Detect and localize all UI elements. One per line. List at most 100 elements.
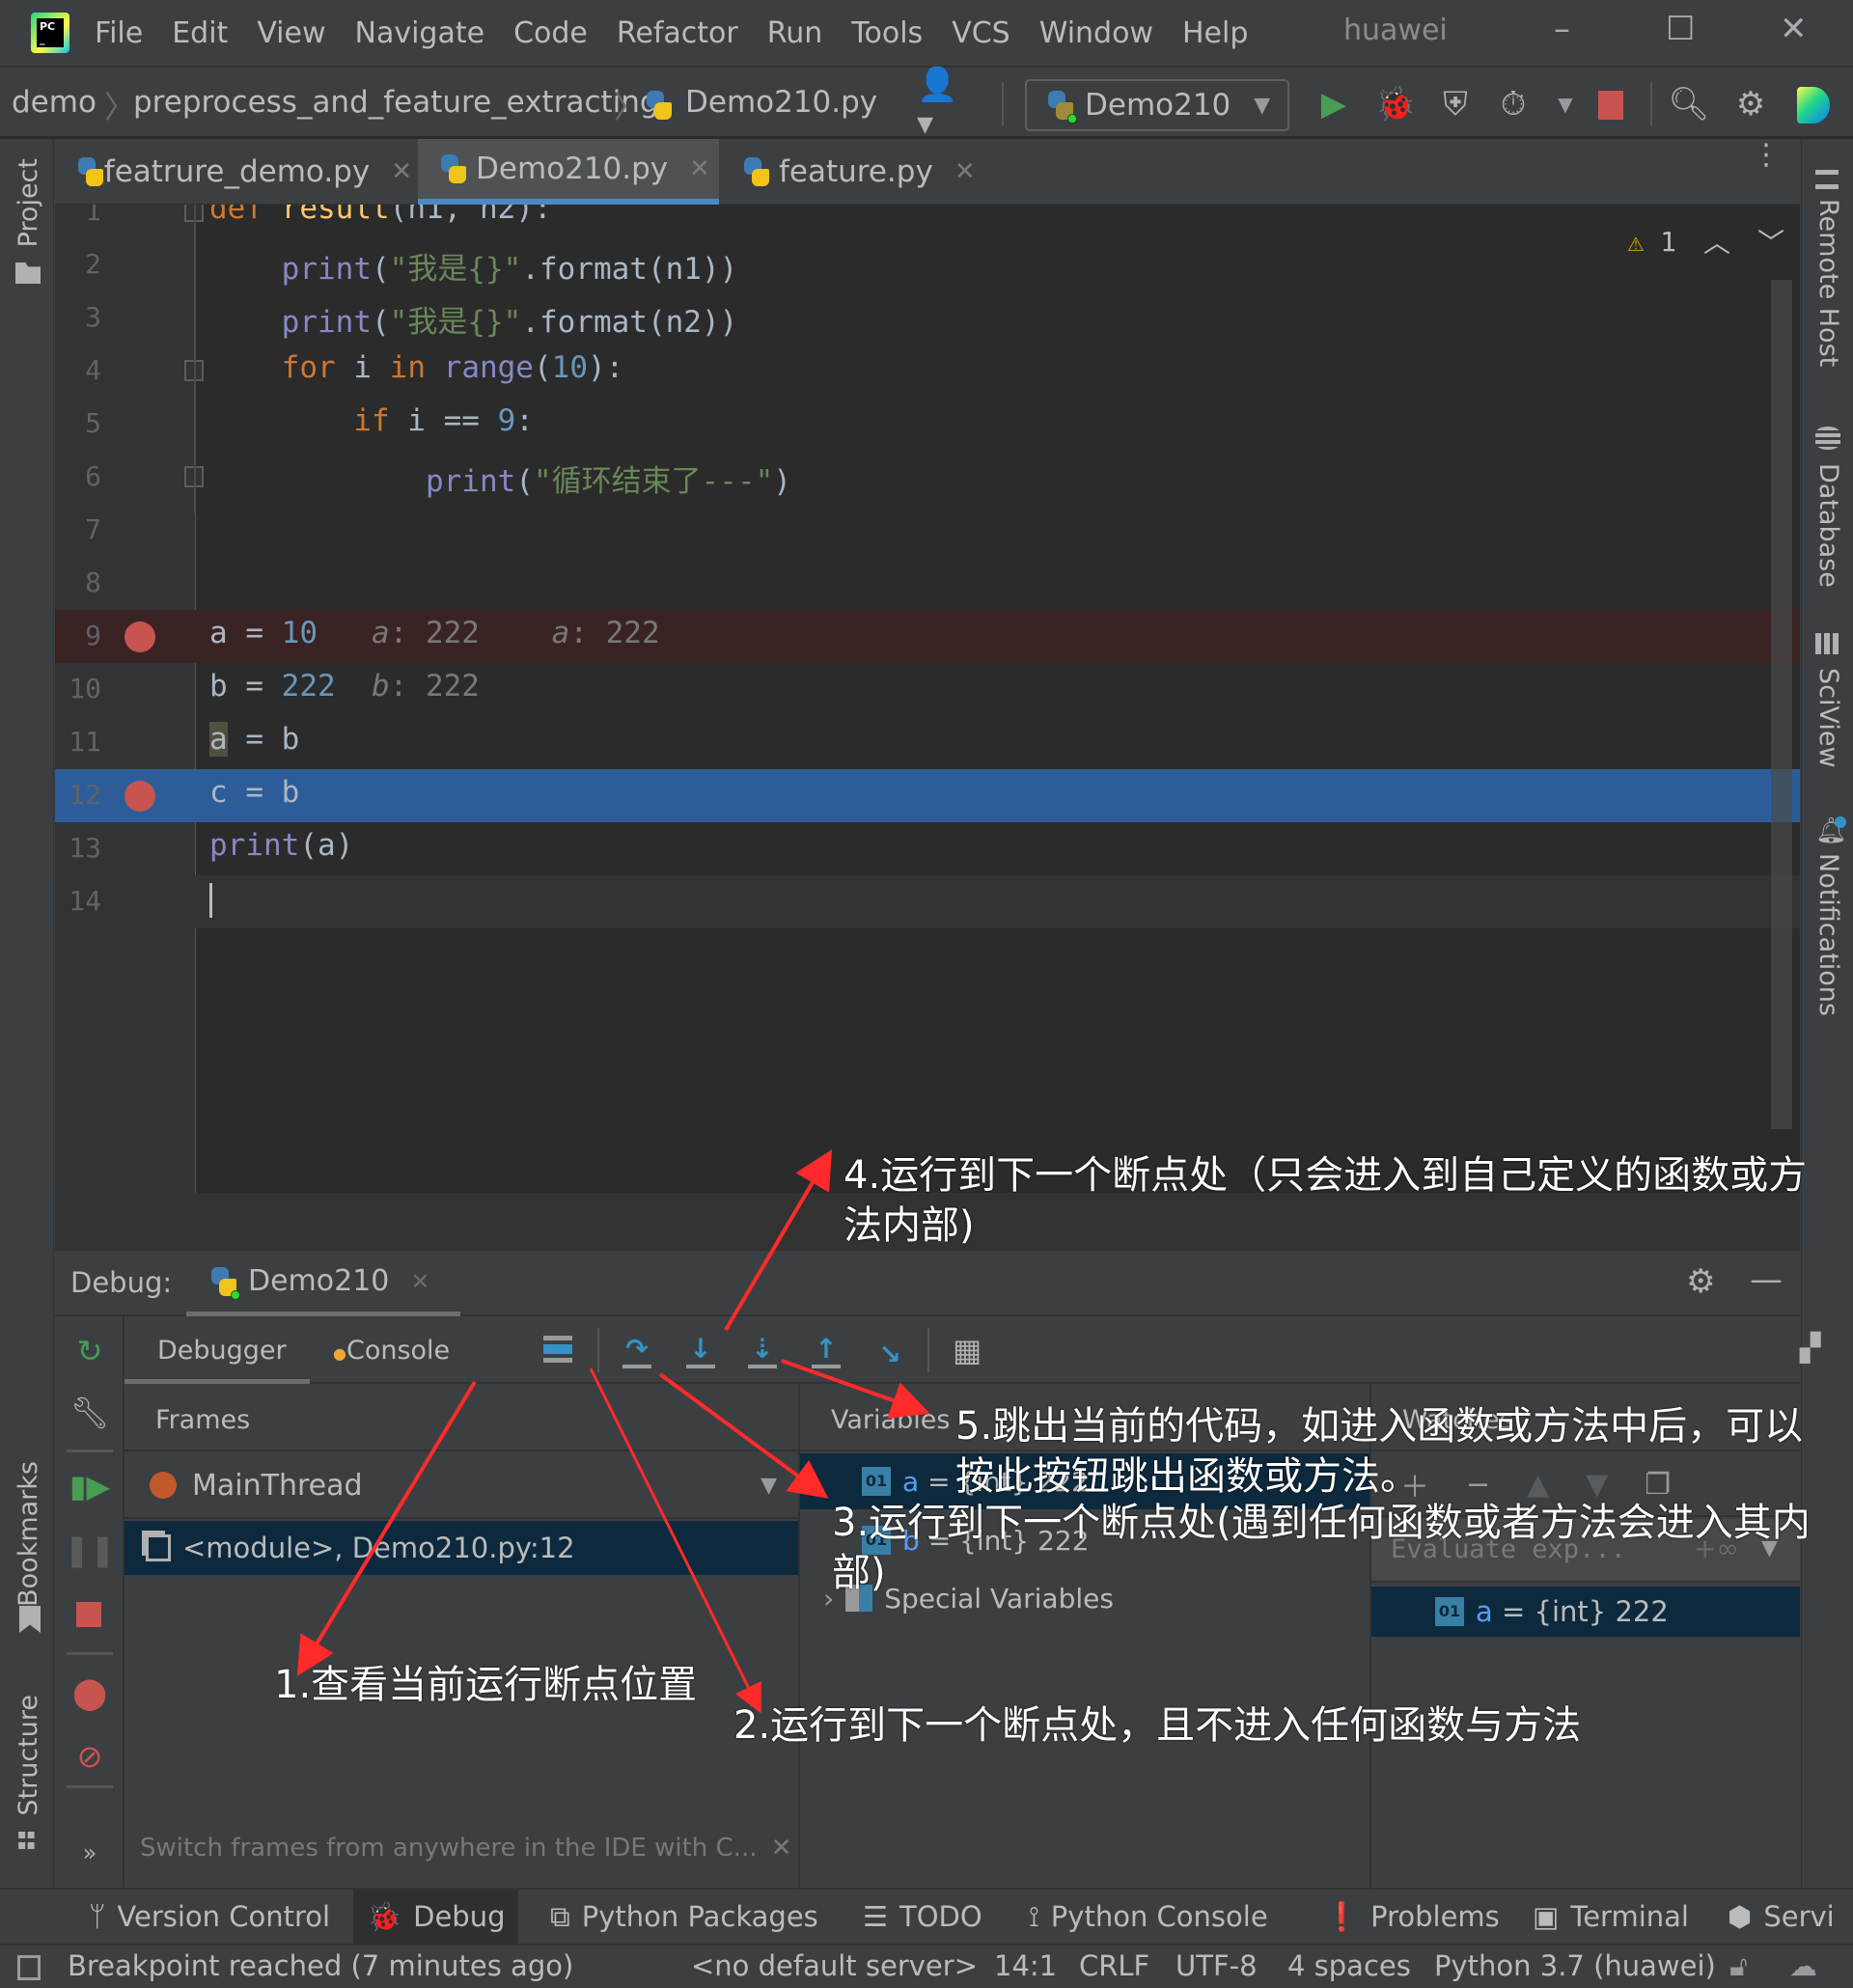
maximize-button[interactable]: ☐	[1666, 10, 1695, 48]
tool-tab-terminal[interactable]: ▣ Terminal	[1519, 1890, 1702, 1944]
inspection-widget[interactable]: ⚠ 1 ︿ ﹀	[1627, 222, 1784, 261]
toggle-tool-windows-icon[interactable]	[17, 1955, 41, 1980]
bookmarks-tool-button[interactable]: Bookmarks	[14, 1461, 43, 1607]
step-into-button[interactable]: ↓	[682, 1332, 719, 1368]
minimize-button[interactable]: –	[1554, 10, 1570, 48]
python-interpreter[interactable]: Python 3.7 (huawei)	[1434, 1949, 1716, 1982]
close-session-icon[interactable]: ✕	[410, 1268, 429, 1295]
close-button[interactable]: ✕	[1780, 10, 1808, 48]
tool-tab-python-console[interactable]: ⟟ Python Console	[1015, 1890, 1282, 1944]
next-highlight-icon[interactable]: ﹀	[1757, 222, 1784, 261]
stop-icon[interactable]	[1598, 91, 1623, 120]
menu-vcs[interactable]: VCS	[952, 16, 1010, 50]
tab-console[interactable]: ●Console	[314, 1316, 450, 1384]
tab-featrure-demo[interactable]: featrure_demo.py ✕	[55, 139, 412, 205]
settings-icon[interactable]: ⚙	[1686, 1262, 1715, 1301]
indent-setting[interactable]: 4 spaces	[1287, 1949, 1411, 1982]
breadcrumb-file[interactable]: Demo210.py	[685, 85, 877, 120]
layout-settings-icon[interactable]: ▞	[1800, 1332, 1821, 1364]
tool-tab-problems[interactable]: ❗ Problems	[1311, 1890, 1513, 1944]
code-line[interactable]: 11 a = b	[55, 716, 1800, 769]
step-into-my-code-button[interactable]: ⇣	[744, 1332, 781, 1368]
code-line[interactable]: 10 b = 222 b: 222	[55, 663, 1800, 716]
read-only-lock-icon[interactable]: 🔓︎	[1729, 1949, 1748, 1983]
code-line[interactable]: 12 c = b	[55, 769, 1800, 822]
run-configuration-select[interactable]: Demo210 ▼	[1025, 79, 1289, 131]
remote-host-tool-button[interactable]: Remote Host	[1813, 199, 1843, 367]
coverage-icon[interactable]: ⛨	[1434, 83, 1477, 125]
run-icon[interactable]: ▶	[1313, 83, 1355, 125]
code-line[interactable]: 8	[55, 557, 1800, 610]
code-editor[interactable]: 1 def result(n1, n2): 2 print("我是{}".forma…	[55, 205, 1800, 1193]
settings-wrench-icon[interactable]: 🔧︎	[70, 1394, 110, 1432]
step-out-button[interactable]: ↑	[808, 1332, 844, 1368]
breadcrumb-folder[interactable]: preprocess_and_feature_extracting	[133, 85, 659, 120]
close-tab-icon[interactable]: ✕	[689, 154, 710, 183]
tool-tab-python-packages[interactable]: ⧉ Python Packages	[537, 1890, 832, 1944]
sciview-tool-button[interactable]: SciView	[1813, 668, 1843, 768]
search-icon[interactable]: 🔍︎	[1668, 83, 1710, 125]
code-line[interactable]: 7	[55, 504, 1800, 557]
database-tool-button[interactable]: Database	[1813, 463, 1843, 588]
mute-breakpoints-icon[interactable]: ⊘	[70, 1737, 109, 1776]
caret-position[interactable]: 14:1	[994, 1949, 1057, 1982]
close-tab-icon[interactable]: ✕	[954, 157, 976, 186]
view-breakpoints-icon[interactable]: ⬤	[70, 1673, 109, 1712]
menu-edit[interactable]: Edit	[172, 16, 228, 50]
breadcrumb-project[interactable]: demo	[12, 85, 97, 120]
menu-navigate[interactable]: Navigate	[355, 16, 485, 50]
breakpoint-icon[interactable]	[124, 621, 155, 652]
breakpoint-icon[interactable]	[124, 781, 155, 812]
menu-view[interactable]: View	[257, 16, 325, 50]
pause-program-icon[interactable]: ❚❚	[64, 1531, 116, 1569]
tab-debugger[interactable]: Debugger	[124, 1316, 310, 1384]
code-line[interactable]: 9 a = 10 a: 222 a: 222	[55, 610, 1800, 663]
profile-icon[interactable]: ⏱	[1492, 83, 1535, 125]
tab-feature[interactable]: feature.py ✕	[721, 139, 991, 205]
thread-selector[interactable]: MainThread ▼	[124, 1453, 798, 1519]
chevron-down-icon[interactable]: ▼	[1544, 83, 1587, 125]
resume-program-icon[interactable]: ▮▶	[69, 1467, 110, 1505]
step-over-button[interactable]: ↷	[619, 1332, 655, 1368]
file-encoding[interactable]: UTF-8	[1175, 1949, 1258, 1982]
code-line[interactable]: 13 print(a)	[55, 822, 1800, 875]
menu-tools[interactable]: Tools	[851, 16, 923, 50]
menu-code[interactable]: Code	[513, 16, 588, 50]
project-tool-button[interactable]: Project	[14, 158, 43, 247]
previous-highlight-icon[interactable]: ︿	[1703, 222, 1730, 261]
run-to-cursor-button[interactable]: ↘	[871, 1332, 908, 1368]
code-line[interactable]: 6 print("循环结束了---")	[55, 451, 1800, 504]
status-message[interactable]: Breakpoint reached (7 minutes ago)	[68, 1949, 573, 1982]
code-line[interactable]: 14	[55, 875, 1800, 928]
evaluate-expression-icon[interactable]: ▦	[953, 1332, 982, 1368]
tab-demo210[interactable]: Demo210.py ✕	[418, 139, 719, 205]
more-tabs-icon[interactable]: ⋮	[1752, 141, 1781, 170]
user-icon[interactable]: 👤▾	[917, 66, 959, 143]
tool-tab-todo[interactable]: ☰ TODO	[849, 1890, 996, 1944]
close-hint-icon[interactable]: ✕	[771, 1834, 792, 1863]
menu-help[interactable]: Help	[1182, 16, 1248, 50]
default-server[interactable]: <no default server>	[691, 1949, 978, 1982]
jetbrains-toolbox-icon[interactable]	[1797, 87, 1830, 124]
line-separator[interactable]: CRLF	[1079, 1949, 1149, 1982]
code-line[interactable]: 4 for i in range(10):	[55, 345, 1800, 398]
tool-tab-version-control[interactable]: ᛘ Version Control	[75, 1890, 344, 1944]
editor-scrollbar[interactable]	[1771, 280, 1792, 1129]
settings-icon[interactable]: ⚙	[1729, 83, 1772, 125]
debug-session-tab[interactable]: Demo210 ✕	[186, 1251, 460, 1316]
code-line[interactable]: 1 def result(n1, n2):	[55, 205, 1800, 238]
code-line[interactable]: 5 if i == 9:	[55, 398, 1800, 451]
notifications-tool-button[interactable]: Notifications	[1813, 853, 1843, 1016]
menu-file[interactable]: File	[95, 16, 143, 50]
code-line[interactable]: 3 print("我是{}".format(n2))	[55, 291, 1800, 345]
show-execution-point-icon[interactable]	[543, 1336, 572, 1363]
menu-run[interactable]: Run	[767, 16, 823, 50]
more-actions-icon[interactable]: »	[70, 1834, 109, 1872]
close-tab-icon[interactable]: ✕	[391, 157, 412, 186]
menu-refactor[interactable]: Refactor	[617, 16, 738, 50]
structure-tool-button[interactable]: Structure	[14, 1695, 43, 1816]
menu-window[interactable]: Window	[1039, 16, 1153, 50]
debug-icon[interactable]: 🐞	[1374, 83, 1417, 125]
tool-tab-services[interactable]: ⬢ Servi	[1714, 1890, 1848, 1944]
help-cloud-icon[interactable]: ☁	[1789, 1949, 1817, 1982]
